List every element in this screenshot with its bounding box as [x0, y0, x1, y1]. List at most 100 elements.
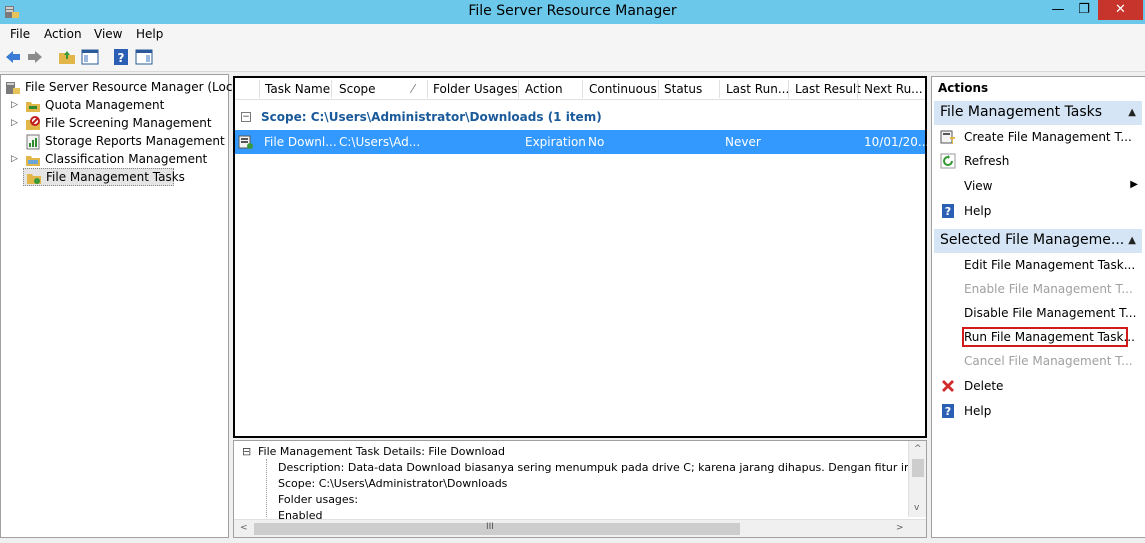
scroll-left-icon[interactable]: <	[240, 523, 248, 533]
details-pane: ⊟ File Management Task Details: File Dow…	[233, 440, 927, 538]
expand-icon[interactable]: ▷	[11, 118, 21, 128]
tree-guide-line	[266, 459, 267, 517]
minimize-button[interactable]: —	[1045, 0, 1071, 20]
details-description: Description: Data-data Download biasanya…	[278, 461, 908, 474]
column-last-run[interactable]: Last Run...	[726, 82, 789, 96]
column-action[interactable]: Action	[525, 82, 563, 96]
column-separator	[331, 80, 332, 98]
action-label: Cancel File Management T...	[964, 354, 1133, 368]
action-label: Create File Management T...	[964, 130, 1132, 144]
maximize-button[interactable]: ❐	[1071, 0, 1097, 20]
action-help[interactable]: ? Help	[936, 201, 1142, 221]
action-label: Delete	[964, 379, 1004, 393]
svg-text:?: ?	[118, 51, 125, 65]
section-selected-file-management-task[interactable]: Selected File Manageme... ▲	[934, 229, 1142, 253]
action-label: Disable File Management T...	[964, 306, 1137, 320]
menu-view[interactable]: View	[94, 27, 122, 41]
cell-scope: C:\Users\Ad...	[339, 135, 421, 149]
collapse-section-icon[interactable]: ▲	[1128, 235, 1136, 246]
tree-item-label: File Management Tasks	[46, 170, 185, 184]
column-folder-usages[interactable]: Folder Usages	[433, 82, 518, 96]
window-title: File Server Resource Manager	[468, 3, 677, 19]
cell-continuous: No	[588, 135, 605, 149]
column-task-name[interactable]: Task Name	[265, 82, 330, 96]
collapse-group-icon[interactable]: −	[241, 112, 251, 122]
details-vertical-scrollbar[interactable]: ^ v	[908, 441, 926, 517]
action-edit-file-management-task[interactable]: Edit File Management Task...	[936, 255, 1142, 275]
vertical-scroll-thumb[interactable]	[912, 459, 924, 477]
action-label: Help	[964, 204, 992, 218]
menu-file[interactable]: File	[10, 27, 30, 41]
column-separator	[259, 80, 260, 98]
action-view[interactable]: View ▶	[936, 176, 1142, 196]
column-status[interactable]: Status	[664, 82, 702, 96]
quota-icon	[26, 102, 40, 112]
column-scope[interactable]: Scope	[339, 82, 376, 96]
back-arrow-icon[interactable]	[4, 48, 22, 66]
action-refresh[interactable]: Refresh	[936, 151, 1142, 171]
scroll-up-icon[interactable]: ^	[914, 444, 922, 454]
column-separator	[427, 80, 428, 98]
navigation-tree: File Server Resource Manager (Local) ▷ Q…	[0, 74, 248, 538]
action-create-file-management-task[interactable]: Create File Management T...	[936, 127, 1142, 147]
column-separator	[788, 80, 789, 98]
details-folder-usages: Folder usages:	[278, 493, 359, 506]
help-icon: ?	[942, 404, 954, 418]
file-task-icon	[238, 135, 253, 149]
column-last-result[interactable]: Last Result	[795, 82, 861, 96]
scope-group-label: Scope: C:\Users\Administrator\Downloads …	[261, 110, 602, 124]
tree-item-file-management-tasks[interactable]: File Management Tasks	[23, 168, 185, 186]
create-task-icon	[940, 130, 955, 144]
action-disable-file-management-task[interactable]: Disable File Management T...	[936, 303, 1142, 323]
horizontal-scroll-thumb[interactable]: III	[254, 522, 740, 535]
section-label: File Management Tasks	[940, 104, 1103, 120]
svg-text:?: ?	[945, 205, 951, 218]
close-button[interactable]: ✕	[1098, 0, 1143, 20]
column-separator	[658, 80, 659, 98]
submenu-arrow-icon: ▶	[1130, 179, 1138, 190]
cell-last-run: Never	[725, 135, 761, 149]
action-delete[interactable]: Delete	[936, 376, 1142, 396]
scroll-right-icon[interactable]: >	[896, 523, 904, 533]
table-row[interactable]: File Downl... C:\Users\Ad... Expiration …	[235, 130, 929, 154]
action-run-file-management-task[interactable]: Run File Management Task...	[936, 327, 1142, 347]
cell-action: Expiration	[525, 135, 586, 149]
file-screen-icon	[26, 116, 40, 130]
toolbar: ?	[0, 44, 1145, 72]
show-hide-tree-icon[interactable]	[81, 48, 99, 66]
scroll-down-icon[interactable]: v	[914, 503, 919, 513]
action-help-selected[interactable]: ? Help	[936, 401, 1142, 421]
column-separator	[719, 80, 720, 98]
menu-bar: File Action View Help	[0, 24, 1145, 44]
sort-indicator-icon: ⁄	[412, 82, 415, 96]
scope-group-header[interactable]: − Scope: C:\Users\Administrator\Download…	[235, 108, 925, 126]
file-server-icon	[6, 82, 20, 94]
svg-text:?: ?	[945, 405, 951, 418]
details-horizontal-scrollbar[interactable]: < III >	[234, 519, 926, 537]
show-hide-action-pane-icon[interactable]	[135, 48, 153, 66]
column-continuous[interactable]: Continuous	[589, 82, 657, 96]
expand-icon[interactable]: ▷	[11, 154, 21, 164]
tree-item-label: Storage Reports Management	[45, 134, 225, 148]
classification-icon	[26, 156, 40, 166]
column-next-run[interactable]: Next Ru...	[864, 82, 923, 96]
menu-action[interactable]: Action	[44, 27, 82, 41]
help-icon: ?	[942, 204, 954, 218]
menu-help[interactable]: Help	[136, 27, 163, 41]
action-label: Run File Management Task...	[964, 330, 1135, 344]
section-label: Selected File Manageme...	[940, 232, 1125, 248]
column-separator	[582, 80, 583, 98]
section-file-management-tasks[interactable]: File Management Tasks ▲	[934, 101, 1142, 125]
collapse-section-icon[interactable]: ▲	[1128, 107, 1136, 118]
forward-arrow-icon[interactable]	[26, 48, 44, 66]
file-management-tasks-icon	[27, 174, 41, 184]
expand-icon[interactable]: ▷	[11, 100, 21, 110]
tree-item-label: File Screening Management	[45, 116, 212, 130]
storage-report-icon	[26, 134, 40, 150]
action-label: Help	[964, 404, 992, 418]
column-header-row: Task Name Scope ⁄ Folder Usages Action C…	[235, 78, 925, 100]
up-folder-icon[interactable]	[58, 48, 76, 66]
collapse-details-icon[interactable]: ⊟	[242, 445, 251, 458]
help-icon[interactable]: ?	[112, 48, 130, 66]
delete-icon	[942, 380, 954, 392]
